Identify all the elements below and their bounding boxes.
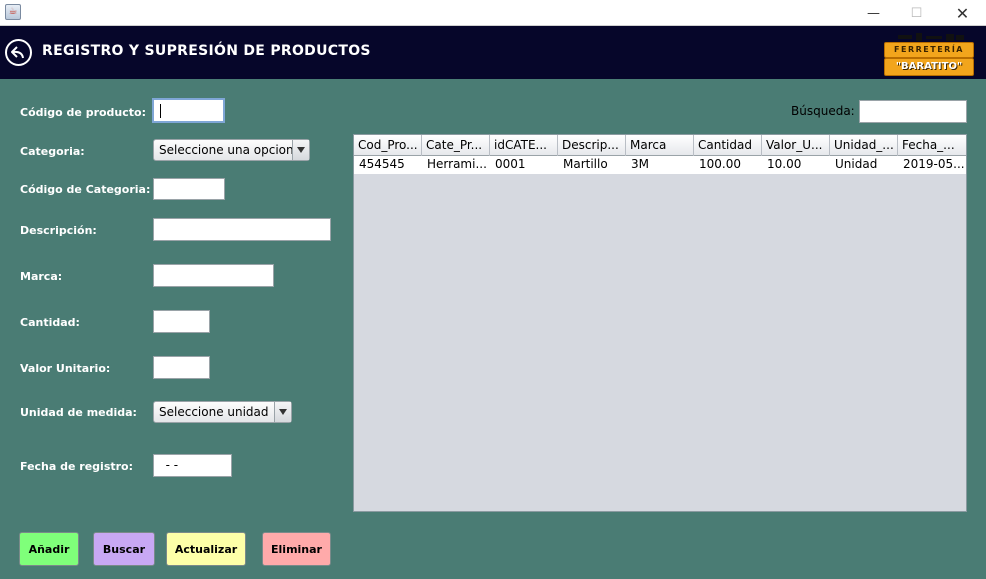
window-title-bar: ☕ — ☐ ✕	[0, 0, 986, 26]
ferreteria-logo: FERRETERÍA "BARATITO"	[882, 32, 976, 76]
column-header[interactable]: Cod_Pro...	[354, 135, 422, 156]
fecha-registro-label: Fecha de registro:	[20, 460, 134, 473]
table-cell: 2019-05...	[903, 157, 965, 171]
fecha-registro-input[interactable]: - -	[153, 454, 232, 477]
table-cell: 454545	[359, 157, 405, 171]
codigo-categoria-input[interactable]	[153, 178, 225, 200]
text-caret	[160, 103, 161, 118]
column-header[interactable]: Fecha_...	[898, 135, 966, 156]
unidad-medida-label: Unidad de medida:	[20, 406, 137, 419]
cantidad-label: Cantidad:	[20, 316, 80, 329]
products-table[interactable]: Cod_Pro... Cate_Pr... idCATE... Descrip.…	[353, 134, 967, 512]
table-cell: Martillo	[563, 157, 608, 171]
chevron-down-icon[interactable]	[274, 402, 291, 422]
unidad-selected-value: Seleccione unidad	[159, 405, 269, 419]
column-header[interactable]: Cantidad	[694, 135, 762, 156]
column-header[interactable]: Unidad_...	[830, 135, 898, 156]
update-button[interactable]: Actualizar	[166, 532, 246, 566]
valor-unitario-label: Valor Unitario:	[20, 362, 111, 375]
categoria-select[interactable]: Seleccione una opcion	[153, 139, 310, 161]
table-cell: Herrami...	[427, 157, 487, 171]
valor-unitario-input[interactable]	[153, 356, 210, 379]
table-cell: 0001	[495, 157, 526, 171]
search-button[interactable]: Buscar	[93, 532, 155, 566]
maximize-button[interactable]: ☐	[894, 0, 939, 26]
app-header: REGISTRO Y SUPRESIÓN DE PRODUCTOS FERRET…	[0, 26, 986, 79]
logo-bottom-text: "BARATITO"	[884, 58, 974, 76]
table-row[interactable]: 454545 Herrami... 0001 Martillo 3M 100.0…	[354, 156, 966, 174]
cantidad-input[interactable]	[153, 310, 210, 333]
codigo-producto-label: Código de producto:	[20, 106, 146, 119]
table-cell: 10.00	[767, 157, 802, 171]
marca-input[interactable]	[153, 264, 274, 287]
page-title: REGISTRO Y SUPRESIÓN DE PRODUCTOS	[42, 43, 371, 59]
search-input[interactable]	[859, 100, 967, 123]
chevron-down-icon[interactable]	[292, 140, 309, 160]
table-cell: 3M	[631, 157, 649, 171]
marca-label: Marca:	[20, 270, 63, 283]
column-header[interactable]: idCATE...	[490, 135, 558, 156]
delete-button[interactable]: Eliminar	[262, 532, 331, 566]
column-header[interactable]: Cate_Pr...	[422, 135, 490, 156]
back-button[interactable]	[5, 39, 32, 66]
column-header[interactable]: Marca	[626, 135, 694, 156]
back-arrow-icon	[11, 46, 24, 59]
java-app-icon: ☕	[5, 4, 21, 20]
minimize-button[interactable]: —	[851, 0, 896, 26]
table-cell: Unidad	[835, 157, 878, 171]
column-header[interactable]: Valor_U...	[762, 135, 830, 156]
column-header[interactable]: Descrip...	[558, 135, 626, 156]
descripcion-input[interactable]	[153, 218, 331, 241]
table-header: Cod_Pro... Cate_Pr... idCATE... Descrip.…	[354, 135, 966, 156]
codigo-categoria-label: Código de Categoria:	[20, 183, 151, 196]
close-button[interactable]: ✕	[940, 0, 985, 26]
unidad-medida-select[interactable]: Seleccione unidad	[153, 401, 292, 423]
busqueda-label: Búsqueda:	[791, 104, 855, 118]
table-cell: 100.00	[699, 157, 741, 171]
categoria-label: Categoria:	[20, 145, 85, 158]
categoria-selected-value: Seleccione una opcion	[159, 143, 294, 157]
codigo-producto-input[interactable]	[152, 98, 225, 123]
add-button[interactable]: Añadir	[19, 532, 79, 566]
logo-top-text: FERRETERÍA	[884, 42, 974, 58]
tools-icon	[898, 33, 964, 41]
descripcion-label: Descripción:	[20, 224, 97, 237]
